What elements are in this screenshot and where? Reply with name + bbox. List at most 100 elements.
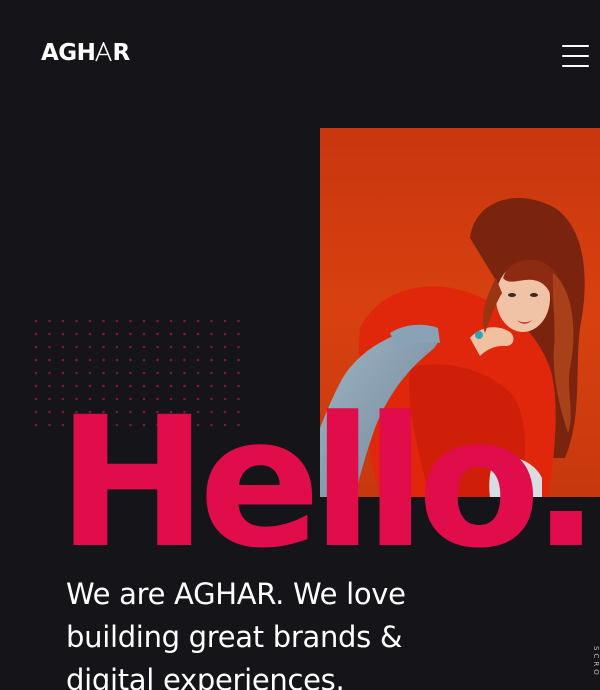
grid-dot <box>34 410 38 414</box>
grid-dot <box>48 358 51 362</box>
grid-dot <box>61 345 65 349</box>
grid-dot <box>183 319 186 323</box>
grid-dot <box>48 423 51 427</box>
intro-line-3: digital experiences. <box>66 663 345 690</box>
grid-dot <box>75 358 78 362</box>
grid-dot <box>115 371 119 375</box>
grid-dot <box>223 358 227 362</box>
grid-dot <box>88 358 92 362</box>
grid-dot <box>129 371 132 375</box>
grid-dot <box>183 358 186 362</box>
grid-dot <box>75 319 78 323</box>
grid-dot <box>196 345 200 349</box>
grid-dot <box>34 332 38 336</box>
grid-dot <box>223 332 227 336</box>
grid-dot <box>102 358 105 362</box>
grid-dot <box>102 345 105 349</box>
grid-dot <box>156 319 159 323</box>
logo-text-end: R <box>112 40 130 66</box>
grid-dot <box>129 345 132 349</box>
grid-dot <box>115 345 119 349</box>
grid-dot <box>210 371 213 375</box>
grid-dot <box>196 358 200 362</box>
menu-bar-bottom <box>562 65 589 67</box>
grid-dot <box>34 371 38 375</box>
grid-dot <box>48 319 51 323</box>
grid-dot <box>129 332 132 336</box>
grid-dot <box>115 319 119 323</box>
grid-dot <box>34 345 38 349</box>
grid-dot <box>34 423 38 427</box>
menu-bar-middle <box>562 55 589 57</box>
grid-dot <box>75 371 78 375</box>
grid-dot <box>61 332 65 336</box>
grid-dot <box>156 332 159 336</box>
grid-dot <box>142 371 146 375</box>
logo-outline-a-icon <box>95 40 113 62</box>
grid-dot <box>34 358 38 362</box>
grid-dot <box>223 345 227 349</box>
grid-dot <box>48 384 51 388</box>
grid-dot <box>102 332 105 336</box>
grid-dot <box>169 358 173 362</box>
grid-dot <box>237 371 240 375</box>
hero-headline: Hello. <box>57 379 600 588</box>
grid-dot <box>34 319 38 323</box>
grid-dot <box>223 319 227 323</box>
grid-dot <box>196 371 200 375</box>
grid-dot <box>88 371 92 375</box>
grid-dot <box>237 332 240 336</box>
grid-dot <box>48 397 51 401</box>
scroll-indicator[interactable]: SCRO <box>592 646 600 678</box>
grid-dot <box>169 319 173 323</box>
grid-dot <box>142 332 146 336</box>
grid-dot <box>61 358 65 362</box>
grid-dot <box>156 345 159 349</box>
grid-dot <box>48 410 51 414</box>
grid-dot <box>183 371 186 375</box>
grid-dot <box>210 358 213 362</box>
intro-line-2: building great brands & <box>66 620 403 654</box>
grid-dot <box>129 358 132 362</box>
grid-dot <box>48 371 51 375</box>
grid-dot <box>169 371 173 375</box>
brand-logo[interactable]: AGH R <box>41 38 130 68</box>
grid-dot <box>88 345 92 349</box>
grid-dot <box>237 319 240 323</box>
grid-dot <box>169 332 173 336</box>
grid-dot <box>196 319 200 323</box>
grid-dot <box>61 371 65 375</box>
grid-dot <box>183 332 186 336</box>
grid-dot <box>115 358 119 362</box>
hamburger-menu-icon[interactable] <box>562 45 590 69</box>
grid-dot <box>88 332 92 336</box>
grid-dot <box>142 345 146 349</box>
grid-dot <box>210 319 213 323</box>
grid-dot <box>237 345 240 349</box>
grid-dot <box>48 345 51 349</box>
grid-dot <box>210 345 213 349</box>
grid-dot <box>75 345 78 349</box>
grid-dot <box>34 384 38 388</box>
grid-dot <box>210 332 213 336</box>
grid-dot <box>156 371 159 375</box>
grid-dot <box>183 345 186 349</box>
grid-dot <box>129 319 132 323</box>
intro-line-1: We are AGHAR. We love <box>66 577 406 611</box>
grid-dot <box>142 319 146 323</box>
grid-dot <box>142 358 146 362</box>
grid-dot <box>102 371 105 375</box>
grid-dot <box>34 397 38 401</box>
grid-dot <box>88 319 92 323</box>
grid-dot <box>48 332 51 336</box>
grid-dot <box>61 319 65 323</box>
grid-dot <box>196 332 200 336</box>
menu-bar-top <box>562 45 589 47</box>
logo-text-start: AGH <box>41 40 96 66</box>
grid-dot <box>156 358 159 362</box>
grid-dot <box>75 332 78 336</box>
grid-dot <box>169 345 173 349</box>
page: AGH R Hello. We are AGHAR. We love build… <box>0 0 600 690</box>
grid-dot <box>237 358 240 362</box>
hero-intro-text: We are AGHAR. We love building great bra… <box>66 573 486 690</box>
